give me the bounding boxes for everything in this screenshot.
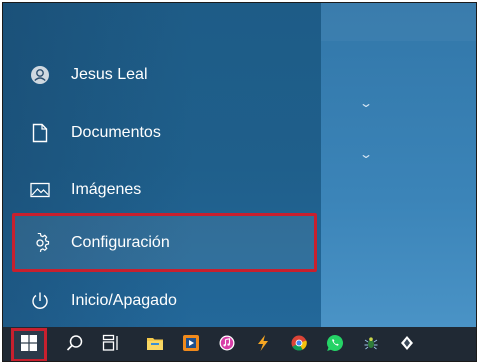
power-icon: [29, 290, 51, 312]
whatsapp-icon: [326, 334, 344, 357]
start-item-label: Jesus Leal: [71, 66, 148, 83]
start-item-label: Configuración: [71, 234, 170, 251]
start-item-documents[interactable]: Documentos: [3, 105, 321, 161]
start-button[interactable]: [11, 328, 47, 361]
bolt-app-icon: [256, 334, 270, 356]
app-button-3[interactable]: [389, 327, 425, 361]
search-icon: [66, 334, 84, 357]
user-avatar-icon: [29, 64, 51, 86]
chrome-button[interactable]: [281, 327, 317, 361]
start-item-label: Documentos: [71, 124, 161, 141]
start-menu: Jesus Leal Documentos Imágenes Configura…: [3, 3, 321, 327]
chevron-down-icon[interactable]: ⌄: [359, 148, 373, 160]
desktop-screen: ⌄ ⌄ Jesus Leal Documentos Imágenes Confi…: [2, 2, 477, 362]
windows-logo-icon: [21, 334, 37, 356]
whatsapp-button[interactable]: [317, 327, 353, 361]
file-explorer-button[interactable]: [137, 327, 173, 361]
document-icon: [29, 122, 51, 144]
start-item-settings[interactable]: Configuración: [3, 215, 321, 271]
bug-app-icon: [363, 335, 379, 356]
start-item-pictures[interactable]: Imágenes: [3, 162, 321, 218]
chrome-icon: [291, 335, 307, 356]
task-view-icon: [102, 334, 120, 357]
taskbar: [3, 327, 476, 361]
diamond-app-icon: [400, 335, 414, 356]
start-item-label: Imágenes: [71, 181, 142, 198]
start-item-user[interactable]: Jesus Leal: [3, 47, 321, 103]
chevron-down-icon[interactable]: ⌄: [359, 97, 373, 109]
itunes-button[interactable]: [209, 327, 245, 361]
itunes-icon: [219, 335, 235, 356]
tiles-area: ⌄ ⌄: [321, 3, 476, 327]
task-view-button[interactable]: [93, 327, 129, 361]
gear-icon: [29, 232, 51, 254]
start-item-power[interactable]: Inicio/Apagado: [3, 273, 321, 329]
app-button[interactable]: [245, 327, 281, 361]
search-button[interactable]: [57, 327, 93, 361]
pictures-icon: [29, 179, 51, 201]
media-player-button[interactable]: [173, 327, 209, 361]
folder-icon: [146, 335, 164, 356]
tiles-header-band: [321, 3, 476, 41]
media-player-icon: [183, 334, 199, 356]
start-item-label: Inicio/Apagado: [71, 292, 177, 309]
app-button-2[interactable]: [353, 327, 389, 361]
